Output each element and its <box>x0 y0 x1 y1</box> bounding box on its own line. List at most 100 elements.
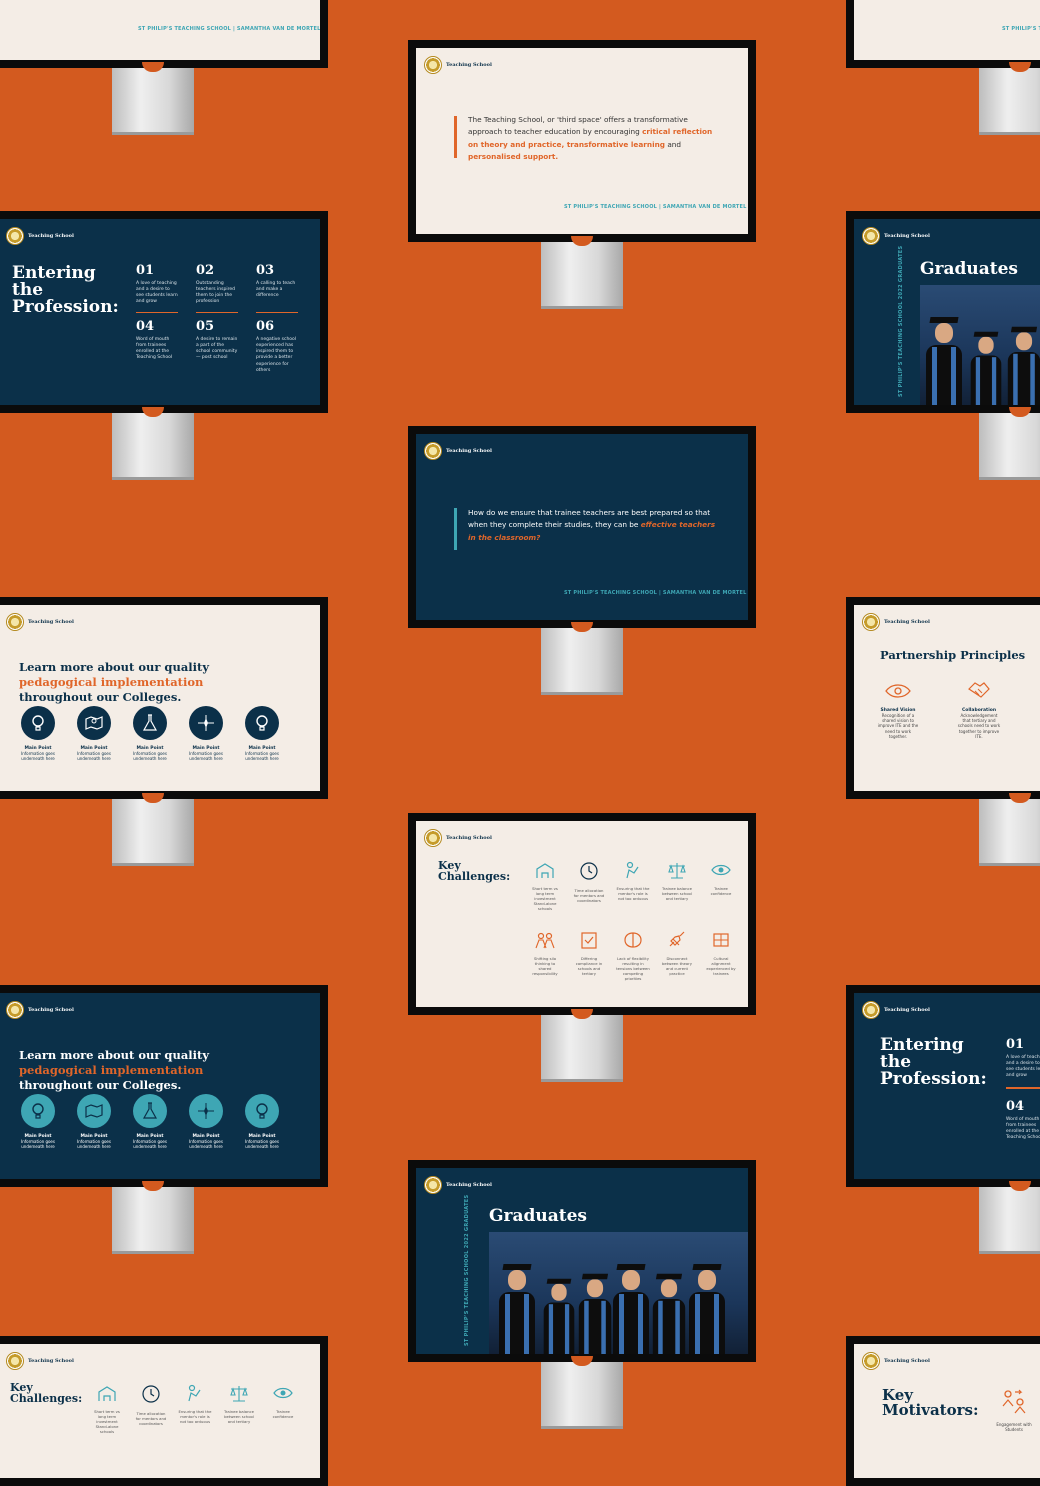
balance-scale-icon <box>668 863 686 879</box>
logo-text: Teaching School <box>28 233 74 239</box>
slide-title: Key Challenges: <box>10 1381 83 1405</box>
question-text: How do we ensure that trainee teachers a… <box>468 507 718 544</box>
challenge-item: Ensuring that the mentor's role is not t… <box>616 861 650 912</box>
numbered-item: 03 A calling to teach and make a differen… <box>256 263 298 314</box>
slide-key-motivators: Teaching School Key Motivators: Engageme… <box>854 1344 1040 1478</box>
item-number: 06 <box>256 319 275 335</box>
challenge-label: Cultural alignment experienced by traine… <box>706 956 736 976</box>
challenge-item: Time allocation for mentors and coordina… <box>572 861 606 912</box>
monitor-screen: Teaching School Key Motivators: Engageme… <box>846 1336 1040 1486</box>
seal-icon <box>6 1352 24 1370</box>
item-number: 02 <box>196 263 215 278</box>
monitor-screen: Teaching School Key Challenges: Short te… <box>0 1336 328 1486</box>
monitor-screen: Teaching School Partnership Principles S… <box>846 597 1040 799</box>
challenge-label: Short term vs long term investment Stand… <box>94 1409 120 1434</box>
principle-text: Recognition of a shared vision to improv… <box>877 713 919 739</box>
monitor-stand <box>979 407 1040 480</box>
logo: Teaching School <box>6 1352 74 1370</box>
mentor-icon <box>188 1384 201 1402</box>
item-number: 01 <box>136 263 155 278</box>
monitor-screen: Teaching School Entering the Profession:… <box>846 985 1040 1187</box>
seal-icon <box>6 613 24 631</box>
monitor-stand <box>541 1009 623 1082</box>
seal-icon <box>424 56 442 74</box>
eye-icon <box>273 1387 293 1399</box>
challenge-item: Ensuring that the mentor's role is not t… <box>178 1384 212 1435</box>
point-sub: Information goes underneath here <box>77 751 111 762</box>
monitor-screen: ST PHILIP'S TEACHING SCHOOL | SAMANTHA V… <box>0 0 328 68</box>
numbered-item: 01 A love of teaching and a desire to se… <box>1006 1037 1040 1089</box>
numbered-grid: 01 A love of teaching and a desire to see… <box>136 263 298 374</box>
logo: Teaching School <box>6 1001 74 1019</box>
flask-icon <box>133 1094 167 1128</box>
slide-third-space-quote: Teaching School The Teaching School, or … <box>416 48 748 234</box>
logo: Teaching School <box>862 227 930 245</box>
challenge-label: Trainee balance between school and terti… <box>662 886 692 901</box>
slide-title: Entering the Profession: <box>12 263 119 317</box>
point-sub: Information goes underneath here <box>21 1139 55 1150</box>
principle-text: Acknowledgement that tertiary and school… <box>957 713 1001 739</box>
map-icon <box>77 706 111 740</box>
monitor-stand <box>112 407 194 480</box>
main-points-row: Main Point Information goes underneath he… <box>20 1094 280 1149</box>
item-text: Word of mouth from trainees enrolled at … <box>1006 1117 1040 1141</box>
title-highlight: pedagogical implementation <box>19 1062 204 1077</box>
quote-plain: and <box>665 139 682 149</box>
handshake-icon <box>968 682 990 698</box>
seal-icon <box>862 613 880 631</box>
slide-question: Teaching School How do we ensure that tr… <box>416 434 748 620</box>
challenge-label: Trainee balance between school and terti… <box>224 1409 254 1424</box>
monitor-screen: Teaching School Graduates ST PHILIP'S TE… <box>846 211 1040 413</box>
challenge-item: Differing compliance in schools and tert… <box>572 931 606 982</box>
graduate-figure <box>578 1273 612 1354</box>
main-points-row: Main Point Information goes underneath he… <box>20 706 280 761</box>
slide-footer: ST PHILIP'S TEACHING SCHOOL | SAMANTHA V… <box>138 26 320 32</box>
slide-graduates: Teaching School Graduates ST PHILIP'S TE… <box>854 219 1040 405</box>
point-sub: Information goes underneath here <box>133 1139 167 1150</box>
monitor-screen: Teaching School How do we ensure that tr… <box>408 426 756 628</box>
slide-title: Partnership Principles <box>880 648 1026 662</box>
lightbulb-icon <box>21 706 55 740</box>
monitor-stand <box>979 1181 1040 1254</box>
school-icon <box>536 863 554 878</box>
logo-text: Teaching School <box>28 619 74 625</box>
mentor-icon <box>626 861 639 879</box>
monitor-stand <box>979 793 1040 866</box>
logo: Teaching School <box>6 613 74 631</box>
monitor-stand <box>979 62 1040 135</box>
numbered-item: 05 A desire to remain a part of the schoo… <box>196 319 238 373</box>
slide-entering-profession: Teaching School Entering the Profession:… <box>854 993 1040 1179</box>
challenge-item: Short term vs long term investment Stand… <box>90 1384 124 1435</box>
monitor-stand <box>541 622 623 695</box>
numbered-item: 01 A love of teaching and a desire to see… <box>136 263 178 314</box>
brain-icon <box>624 932 642 948</box>
quote-bar <box>454 116 457 158</box>
culture-icon <box>713 933 729 947</box>
graduates-photo <box>489 1232 748 1354</box>
slide-title: Graduates <box>920 259 1018 279</box>
motivator-item: Engagement with Students <box>994 1388 1034 1432</box>
item-number: 04 <box>136 319 155 335</box>
monitor-screen: Teaching School Entering the Profession:… <box>0 211 328 413</box>
slide-footer: ST PHILIP'S TEACHING SCHOOL | SAMANTHA V… <box>564 204 747 210</box>
slide-title: Key Challenges: <box>438 859 511 883</box>
slide-title: Key Motivators: <box>882 1386 979 1419</box>
main-point: Main Point Information goes underneath he… <box>76 706 112 761</box>
item-text: Word of mouth from trainees enrolled at … <box>136 337 173 361</box>
numbered-item: 04 Word of mouth from trainees enrolled … <box>1006 1099 1040 1141</box>
seal-icon <box>424 1176 442 1194</box>
challenge-label: Disconnect between theory and current pr… <box>662 956 692 976</box>
lightbulb-icon <box>245 1094 279 1128</box>
point-sub: Information goes underneath here <box>133 751 167 762</box>
graduate-figure <box>543 1278 575 1354</box>
title-part: Learn more about our quality <box>19 660 210 674</box>
logo-text: Teaching School <box>884 1007 930 1013</box>
graduate-figure <box>926 317 962 405</box>
plug-icon <box>669 931 685 947</box>
lightbulb-icon <box>21 1094 55 1128</box>
item-text: A calling to teach and make a difference <box>256 281 296 299</box>
challenge-label: Ensuring that the mentor's role is not t… <box>616 886 650 901</box>
logo-text: Teaching School <box>884 233 930 239</box>
slide-graduates: Teaching School Graduates ST PHILIP'S TE… <box>416 1168 748 1354</box>
map-icon <box>77 1094 111 1128</box>
